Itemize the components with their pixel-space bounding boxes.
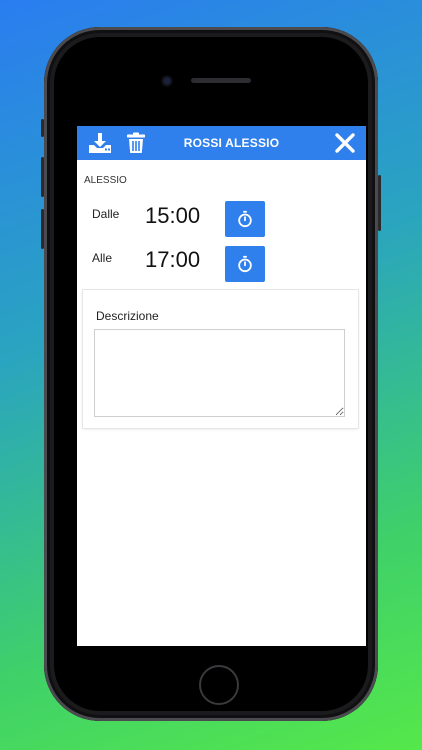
close-icon[interactable] — [334, 132, 356, 154]
from-time-picker-button[interactable] — [225, 201, 265, 237]
page-title: ROSSI ALESSIO — [183, 136, 280, 150]
earpiece-speaker — [191, 78, 251, 83]
stopwatch-icon — [238, 255, 252, 273]
to-time-label: Alle — [92, 251, 113, 265]
app-bar: ROSSI ALESSIO — [77, 126, 366, 160]
to-time-picker-button[interactable] — [225, 246, 265, 282]
phone-bezel: ROSSI ALESSIO ALESSIO Dalle 15:00 Alle 1… — [54, 37, 368, 711]
phone-frame: ROSSI ALESSIO ALESSIO Dalle 15:00 Alle 1… — [41, 27, 381, 721]
trash-icon[interactable] — [126, 132, 146, 154]
app-screen: ROSSI ALESSIO ALESSIO Dalle 15:00 Alle 1… — [77, 126, 366, 646]
phone-volume-down-button — [41, 209, 44, 249]
from-time-label: Dalle — [92, 207, 120, 221]
description-textarea[interactable] — [94, 329, 345, 417]
to-time-value[interactable]: 17:00 — [145, 247, 200, 273]
from-time-value[interactable]: 15:00 — [145, 203, 200, 229]
phone-silent-switch — [41, 119, 44, 137]
home-button[interactable] — [199, 665, 239, 705]
phone-power-button — [378, 175, 381, 231]
front-camera — [163, 77, 171, 85]
download-tray-icon[interactable] — [88, 132, 112, 154]
stopwatch-icon — [238, 210, 252, 228]
phone-volume-up-button — [41, 157, 44, 197]
description-label: Descrizione — [96, 309, 159, 323]
description-card: Descrizione — [83, 290, 358, 428]
user-label: ALESSIO — [84, 175, 127, 186]
